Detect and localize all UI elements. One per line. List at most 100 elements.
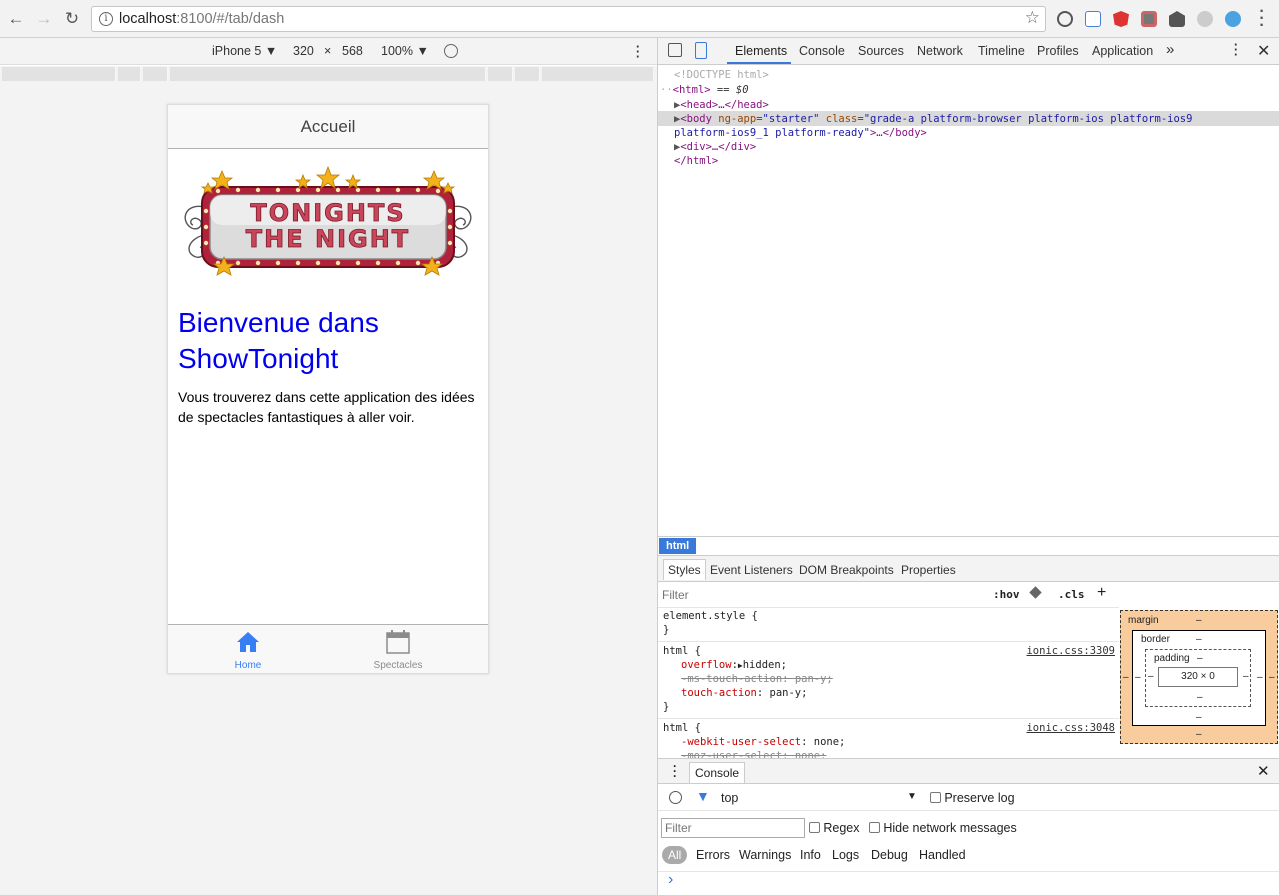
tab-spectacles[interactable]: Spectacles xyxy=(318,625,478,673)
tab-console[interactable]: Console xyxy=(799,44,845,58)
tab-profiles[interactable]: Profiles xyxy=(1037,44,1079,58)
ruler-segment[interactable] xyxy=(143,67,168,81)
preserve-log-checkbox[interactable]: Preserve log xyxy=(930,791,1015,805)
tab-sources[interactable]: Sources xyxy=(858,44,904,58)
margin-left-value[interactable]: – xyxy=(1123,672,1129,683)
level-errors[interactable]: Errors xyxy=(696,848,730,862)
extension-v-icon[interactable] xyxy=(1225,11,1241,27)
padding-top-value[interactable]: – xyxy=(1197,653,1203,664)
dom-html-close[interactable]: </html> xyxy=(674,155,718,167)
rule2-source-link[interactable]: ionic.css:3048 xyxy=(1026,722,1115,734)
hide-network-checkbox[interactable]: Hide network messages xyxy=(869,821,1017,835)
ruler-segment[interactable] xyxy=(488,67,513,81)
breadcrumb-html[interactable]: html xyxy=(659,538,697,554)
zoom-select[interactable]: 100% ▼ xyxy=(381,44,429,58)
device-width[interactable]: 320 xyxy=(293,44,314,58)
padding-left-value[interactable]: – xyxy=(1148,671,1154,682)
extension-record-icon[interactable] xyxy=(1141,11,1157,27)
ruler-segment[interactable] xyxy=(118,67,141,81)
add-rule-icon[interactable]: + xyxy=(1097,584,1106,602)
dom-div-node[interactable]: ▶<div>…</div> xyxy=(674,141,756,153)
padding-bottom-value[interactable]: – xyxy=(1197,692,1203,703)
dom-html-node[interactable]: ··<html> == $0 xyxy=(660,84,749,96)
device-mode-icon[interactable] xyxy=(695,42,707,59)
close-drawer-icon[interactable]: ✕ xyxy=(1257,762,1270,780)
subtab-styles[interactable]: Styles xyxy=(663,559,706,580)
dom-doctype[interactable]: <!DOCTYPE html> xyxy=(674,69,769,81)
device-height[interactable]: 568 xyxy=(342,44,363,58)
ruler-segment[interactable] xyxy=(542,67,654,81)
subtab-dom-breakpoints[interactable]: DOM Breakpoints xyxy=(799,563,894,577)
dom-head-node[interactable]: ▶<head>…</head> xyxy=(674,99,769,111)
rule1-selector[interactable]: html { xyxy=(663,645,701,657)
regex-checkbox[interactable]: Regex xyxy=(809,821,859,835)
ruler-segment[interactable] xyxy=(170,67,486,81)
context-dropdown-arrow-icon[interactable]: ▼ xyxy=(907,791,917,802)
extension-box-icon[interactable] xyxy=(1085,11,1101,27)
info-icon[interactable]: i xyxy=(99,12,113,26)
checkbox-icon[interactable] xyxy=(930,792,941,803)
console-prompt-icon[interactable]: › xyxy=(668,871,673,889)
angular-extension-icon[interactable] xyxy=(1113,11,1129,27)
dom-body-node[interactable]: ▶<body ng-app="starter" class="grade-a p… xyxy=(674,113,1192,125)
url-text[interactable]: localhost:8100/#/tab/dash xyxy=(119,11,284,27)
close-devtools-icon[interactable]: ✕ xyxy=(1257,41,1270,61)
more-tabs-icon[interactable]: » xyxy=(1166,41,1174,58)
level-debug[interactable]: Debug xyxy=(871,848,908,862)
level-all[interactable]: All xyxy=(662,846,688,864)
tab-timeline[interactable]: Timeline xyxy=(978,44,1025,58)
mail-extension-icon[interactable] xyxy=(1169,11,1185,27)
subtab-event-listeners[interactable]: Event Listeners xyxy=(710,563,793,577)
checkbox-icon[interactable] xyxy=(869,822,880,833)
styles-filter-input[interactable] xyxy=(662,586,862,604)
clear-console-icon[interactable] xyxy=(669,791,682,804)
inspect-element-icon[interactable] xyxy=(668,43,682,57)
extension-m-icon[interactable] xyxy=(1197,11,1213,27)
level-handled[interactable]: Handled xyxy=(919,848,966,862)
class-toggle[interactable]: .cls xyxy=(1058,588,1085,601)
drawer-tab-console[interactable]: Console xyxy=(689,762,746,783)
rule1-prop-overflow[interactable]: overflow:▶hidden; xyxy=(681,659,787,671)
filter-funnel-icon[interactable]: ▼ xyxy=(696,788,710,804)
margin-bottom-value[interactable]: – xyxy=(1196,729,1202,740)
address-bar[interactable]: i localhost:8100/#/tab/dash ☆ xyxy=(91,6,1046,32)
rule1-prop-touch-action[interactable]: touch-action: pan-y; xyxy=(681,687,807,699)
rotate-icon[interactable] xyxy=(444,44,458,58)
drawer-menu-icon[interactable]: · · · xyxy=(673,760,677,782)
border-bottom-value[interactable]: – xyxy=(1196,712,1202,723)
reload-icon[interactable]: ↻ xyxy=(62,9,82,29)
forward-arrow-icon[interactable]: → xyxy=(34,9,54,29)
border-right-value[interactable]: – xyxy=(1257,672,1263,683)
device-select[interactable]: iPhone 5 ▼ xyxy=(212,44,277,58)
padding-right-value[interactable]: – xyxy=(1243,671,1249,682)
hover-state-toggle[interactable]: :hov xyxy=(993,588,1020,601)
devtools-menu-icon[interactable]: · · · xyxy=(1234,39,1238,62)
rule2-prop-webkit-user-select[interactable]: -webkit-user-select: none; xyxy=(681,736,845,748)
checkbox-icon[interactable] xyxy=(809,822,820,833)
extension-sync-icon[interactable] xyxy=(1057,11,1073,27)
ruler-segment[interactable] xyxy=(2,67,116,81)
tab-application[interactable]: Application xyxy=(1092,44,1153,58)
rule1-source-link[interactable]: ionic.css:3309 xyxy=(1026,645,1115,657)
level-info[interactable]: Info xyxy=(800,848,821,862)
color-format-icon[interactable] xyxy=(1029,586,1042,599)
context-select[interactable]: top xyxy=(721,791,738,805)
margin-top-value[interactable]: – xyxy=(1196,615,1202,626)
element-style-selector[interactable]: element.style { xyxy=(663,610,758,622)
margin-right-value[interactable]: – xyxy=(1269,672,1275,683)
bookmark-star-icon[interactable]: ☆ xyxy=(1025,8,1040,28)
level-warnings[interactable]: Warnings xyxy=(739,848,791,862)
tab-home[interactable]: Home xyxy=(168,625,328,673)
back-arrow-icon[interactable]: ← xyxy=(6,9,26,29)
subtab-properties[interactable]: Properties xyxy=(901,563,956,577)
device-menu-icon[interactable]: · · · xyxy=(636,41,640,64)
rule2-selector[interactable]: html { xyxy=(663,722,701,734)
rule1-prop-ms-touch-action[interactable]: -ms-touch-action: pan-y; xyxy=(681,673,833,685)
level-logs[interactable]: Logs xyxy=(832,848,859,862)
browser-menu-icon[interactable]: · · · xyxy=(1257,4,1267,34)
rule2-prop-moz-user-select[interactable]: -moz-user-select: none; xyxy=(681,750,826,758)
console-filter-input[interactable] xyxy=(661,818,805,838)
tab-network[interactable]: Network xyxy=(917,44,963,58)
content-box[interactable]: 320 × 0 xyxy=(1158,667,1238,687)
tab-elements[interactable]: Elements xyxy=(735,44,787,58)
